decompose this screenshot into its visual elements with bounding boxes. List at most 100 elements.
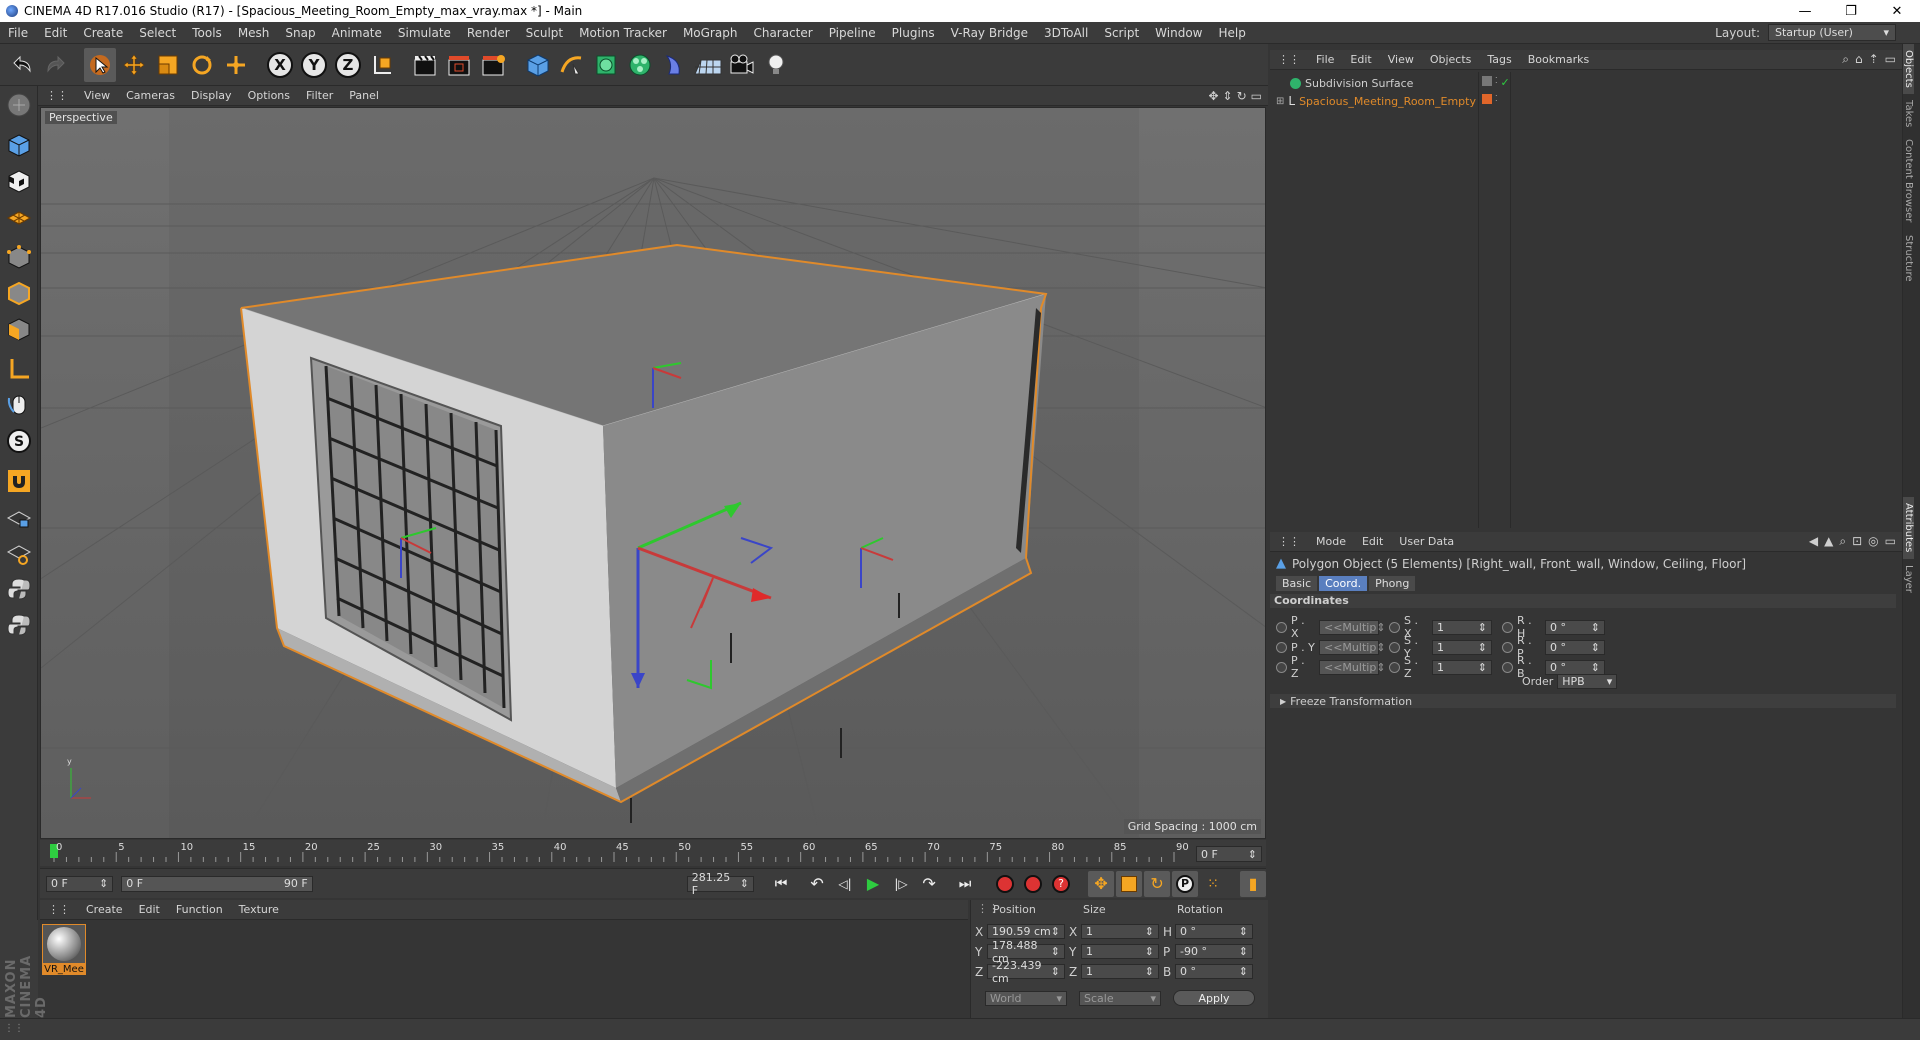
start-frame-field[interactable]: 0 F ⇕ [46,875,114,892]
menu-select[interactable]: Select [131,26,184,40]
expand-plus-icon[interactable]: ⊞ [1276,96,1284,107]
menu-snap[interactable]: Snap [277,26,323,40]
autokey-button[interactable] [1020,871,1046,897]
new-window-icon[interactable]: ▭ [1885,534,1896,549]
polygons-mode-button[interactable] [2,312,36,346]
workplane-lock-button[interactable] [2,500,36,534]
redo-button[interactable] [40,48,72,82]
sz-field[interactable]: 1 ⇕ [1432,659,1492,675]
keyframe-selection-button[interactable]: ? [1048,871,1074,897]
key-rotation-button[interactable]: ↻ [1144,870,1171,897]
object-menu-file[interactable]: File [1308,53,1342,66]
workplane-snap-button[interactable] [2,536,36,570]
viewport-menu-options[interactable]: Options [240,89,298,102]
undo-button[interactable] [6,48,38,82]
viewport-maximize-icon[interactable]: ▭ [1251,89,1262,103]
attribute-menu-mode[interactable]: Mode [1308,535,1354,548]
py-field[interactable]: <<Multip ⇕ [1319,639,1386,655]
maximize-button[interactable]: ❐ [1828,0,1874,22]
menu-create[interactable]: Create [75,26,131,40]
menu-simulate[interactable]: Simulate [390,26,459,40]
goto-end-button[interactable]: ⏭ [952,871,978,897]
viewport-menu-view[interactable]: View [76,89,118,102]
add-camera-button[interactable] [726,48,758,82]
material-menu-edit[interactable]: Edit [131,903,168,916]
play-button[interactable]: ▶ [860,871,886,897]
px-field[interactable]: <<Multip ⇕ [1319,619,1386,635]
sx-field[interactable]: 1 ⇕ [1432,619,1492,635]
minimize-button[interactable]: — [1782,0,1828,22]
material-menu-create[interactable]: Create [78,903,131,916]
viewport-rotate-icon[interactable]: ↻ [1237,89,1247,103]
layer-color-icon[interactable] [1482,94,1492,104]
points-mode-button[interactable] [2,240,36,274]
menu-render[interactable]: Render [459,26,518,40]
prev-frame-button[interactable]: ◁| [832,871,858,897]
rb-field[interactable]: 0 ° ⇕ [1545,659,1605,675]
animate-radio-icon[interactable] [1389,641,1400,653]
menu-mograph[interactable]: MoGraph [675,26,746,40]
animate-radio-icon[interactable] [1276,641,1287,653]
key-position-button[interactable]: ✥ [1088,870,1115,897]
freeze-transformation-section[interactable]: ▶ Freeze Transformation [1270,694,1896,708]
goto-start-button[interactable]: ⏮ [768,871,794,897]
render-region-button[interactable] [444,48,476,82]
prev-key-button[interactable]: ↶ [804,871,830,897]
key-pla-button[interactable]: ⁙ [1200,871,1226,897]
record-keys-button[interactable] [992,871,1018,897]
object-row[interactable]: Subdivision Surface [1276,74,1413,92]
rotation-p-field[interactable]: -90 ° ⇕ [1175,944,1253,959]
menu-sculpt[interactable]: Sculpt [518,26,571,40]
tab-objects[interactable]: Objects [1903,44,1914,94]
close-button[interactable]: ✕ [1874,0,1920,22]
size-z-field[interactable]: 1 ⇕ [1081,964,1159,979]
coordinate-system-button[interactable] [366,48,398,82]
search-icon[interactable]: ⌕ [1842,52,1849,67]
transform-tool-button[interactable] [220,48,252,82]
scale-tool-button[interactable] [152,48,184,82]
back-arrow-icon[interactable]: ◀ [1809,534,1818,549]
menu-tools[interactable]: Tools [184,26,230,40]
up-arrow-icon[interactable]: ▲ [1824,534,1833,549]
up-arrow-icon[interactable]: ⇡ [1869,52,1879,67]
menu-window[interactable]: Window [1147,26,1210,40]
size-x-field[interactable]: 1 ⇕ [1081,924,1159,939]
python-console-button[interactable] [2,608,36,642]
viewport-move-icon[interactable]: ⇕ [1223,89,1233,103]
viewport-menu-cameras[interactable]: Cameras [118,89,183,102]
snap-button[interactable]: S [2,424,36,458]
menu-3dtoall[interactable]: 3DToAll [1036,26,1096,40]
preview-range-slider[interactable]: 0 F 90 F [121,875,313,892]
tab-phong[interactable]: Phong [1369,576,1416,591]
add-cloner-button[interactable] [624,48,656,82]
menu-pipeline[interactable]: Pipeline [821,26,884,40]
object-menu-edit[interactable]: Edit [1342,53,1379,66]
magnet-button[interactable] [2,464,36,498]
timeline-ruler[interactable]: 0 5 10 15 20 25 30 35 40 45 50 55 60 65 70 75 80 85 90 0 F… [40,840,1266,866]
coord-scale-select[interactable]: Scale ▾ [1079,990,1161,1006]
menu-vray-bridge[interactable]: V-Ray Bridge [943,26,1036,40]
animate-radio-icon[interactable] [1502,661,1513,673]
position-x-field[interactable]: 190.59 cm ⇕ [987,924,1065,939]
axis-mode-button[interactable] [2,352,36,386]
menu-script[interactable]: Script [1096,26,1147,40]
position-z-field[interactable]: -223.439 cm ⇕ [987,959,1065,985]
key-scale-button[interactable] [1116,870,1143,897]
animate-radio-icon[interactable] [1389,661,1400,673]
viewport-menu-panel[interactable]: Panel [341,89,387,102]
tab-structure[interactable]: Structure [1903,229,1914,288]
make-editable-button[interactable] [2,88,36,122]
coord-system-select[interactable]: World ▾ [985,990,1067,1006]
viewport-pan-icon[interactable]: ✥ [1208,89,1218,103]
live-selection-button[interactable] [84,47,116,82]
tab-coord[interactable]: Coord. [1319,576,1368,591]
tab-basic[interactable]: Basic [1276,576,1318,591]
menu-motion-tracker[interactable]: Motion Tracker [571,26,675,40]
render-view-button[interactable] [410,48,442,82]
y-axis-lock-button[interactable]: Y [298,48,330,82]
menu-character[interactable]: Character [745,26,820,40]
object-menu-tags[interactable]: Tags [1479,53,1519,66]
add-spline-pen-button[interactable] [556,48,588,82]
key-parameter-button[interactable]: P [1172,870,1199,897]
material-menu-function[interactable]: Function [168,903,231,916]
